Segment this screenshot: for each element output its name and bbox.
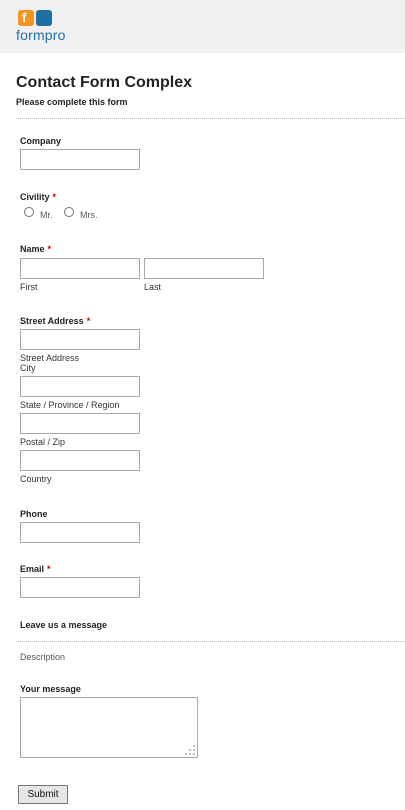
required-mark: * bbox=[47, 244, 52, 254]
email-label: Email * bbox=[20, 564, 51, 574]
civility-mr-radio[interactable] bbox=[24, 207, 34, 217]
phone-label: Phone bbox=[20, 509, 48, 519]
civility-mr-label[interactable]: Mr. bbox=[40, 210, 53, 220]
civility-label: Civility * bbox=[20, 192, 57, 202]
message-section-title: Leave us a message bbox=[20, 620, 108, 630]
street-address-label: Street Address * bbox=[20, 316, 91, 326]
email-input[interactable] bbox=[20, 577, 140, 598]
city-sublabel: City bbox=[20, 363, 36, 373]
last-name-sublabel: Last bbox=[144, 282, 162, 292]
submit-button[interactable]: Submit bbox=[18, 785, 68, 804]
resize-handle-icon[interactable] bbox=[185, 745, 195, 755]
last-name-input[interactable] bbox=[144, 258, 264, 279]
required-mark: * bbox=[52, 192, 57, 202]
divider bbox=[16, 118, 405, 119]
name-label: Name * bbox=[20, 244, 52, 254]
civility-mrs-radio[interactable] bbox=[64, 207, 74, 217]
state-sublabel: State / Province / Region bbox=[20, 400, 120, 410]
logo-text: formpro bbox=[16, 27, 66, 43]
city-input[interactable] bbox=[20, 376, 140, 397]
form-subtitle: Please complete this form bbox=[16, 97, 128, 107]
company-input[interactable] bbox=[20, 149, 140, 170]
message-textarea[interactable] bbox=[20, 697, 198, 758]
state-input[interactable] bbox=[20, 413, 140, 434]
header-bar: f formpro bbox=[0, 0, 405, 53]
street-address-sublabel: Street Address bbox=[20, 353, 80, 363]
phone-input[interactable] bbox=[20, 522, 140, 543]
company-label: Company bbox=[20, 136, 62, 146]
logo-mark-icon: f bbox=[16, 8, 56, 28]
country-sublabel: Country bbox=[20, 474, 52, 484]
postal-sublabel: Postal / Zip bbox=[20, 437, 66, 447]
first-name-input[interactable] bbox=[20, 258, 140, 279]
required-mark: * bbox=[47, 564, 51, 574]
required-mark: * bbox=[86, 316, 91, 326]
formpro-logo[interactable]: f formpro bbox=[16, 8, 65, 43]
street-address-input[interactable] bbox=[20, 329, 140, 350]
civility-mrs-label[interactable]: Mrs. bbox=[80, 210, 98, 220]
form-title: Contact Form Complex bbox=[16, 74, 193, 91]
first-name-sublabel: First bbox=[20, 282, 38, 292]
message-section-description: Description bbox=[20, 652, 66, 662]
message-label: Your message bbox=[20, 684, 81, 694]
divider bbox=[16, 641, 405, 642]
postal-input[interactable] bbox=[20, 450, 140, 471]
